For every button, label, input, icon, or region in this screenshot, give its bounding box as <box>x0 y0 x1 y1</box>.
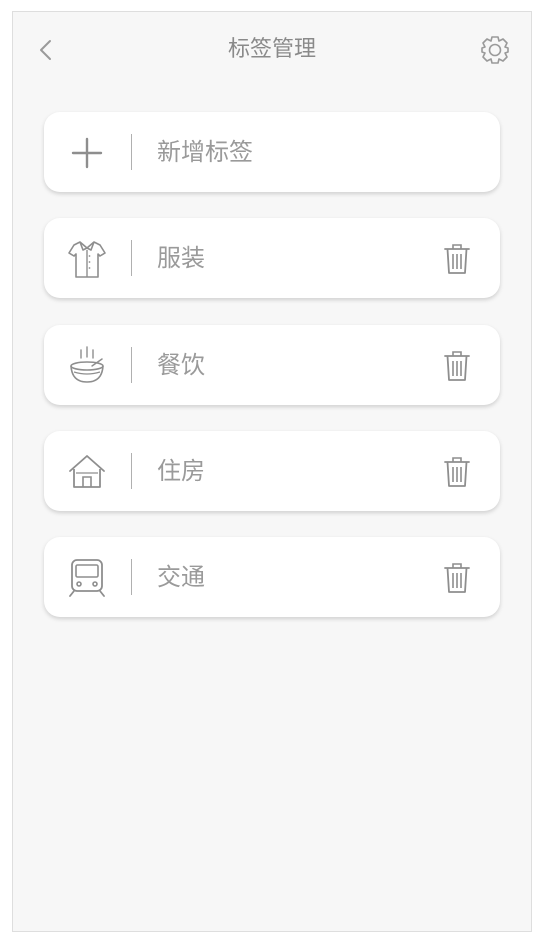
plus-icon <box>66 132 108 174</box>
delete-button[interactable] <box>442 242 472 276</box>
tag-label: 交通 <box>157 563 205 591</box>
page-title: 标签管理 <box>227 37 316 62</box>
add-tag-button[interactable]: 新增标签 <box>44 112 500 192</box>
tag-label: 住房 <box>157 457 205 485</box>
delete-button[interactable] <box>442 455 472 489</box>
trash-icon <box>444 457 470 487</box>
house-icon <box>66 451 108 493</box>
tag-card-transport[interactable]: 交通 <box>44 537 500 617</box>
shirt-icon <box>66 238 108 280</box>
trash-icon <box>444 351 470 381</box>
header: 标签管理 <box>13 12 531 88</box>
app-screen: 标签管理 新增标签 服装 餐饮 住房 交通 <box>12 11 532 932</box>
trash-icon <box>444 563 470 593</box>
back-button[interactable] <box>35 36 59 64</box>
train-icon <box>66 557 108 599</box>
bowl-icon <box>66 345 108 387</box>
add-tag-label: 新增标签 <box>157 138 253 166</box>
tag-label: 服装 <box>157 244 205 272</box>
tag-label: 餐饮 <box>157 351 205 379</box>
delete-button[interactable] <box>442 349 472 383</box>
divider <box>131 240 132 276</box>
divider <box>131 559 132 595</box>
trash-icon <box>444 244 470 274</box>
tag-card-dining[interactable]: 餐饮 <box>44 325 500 405</box>
delete-button[interactable] <box>442 561 472 595</box>
gear-icon <box>481 36 509 64</box>
chevron-left-icon <box>40 40 51 60</box>
tag-card-clothing[interactable]: 服装 <box>44 218 500 298</box>
divider <box>131 453 132 489</box>
settings-button[interactable] <box>479 34 511 66</box>
divider <box>131 347 132 383</box>
divider <box>131 134 132 170</box>
tag-card-housing[interactable]: 住房 <box>44 431 500 511</box>
